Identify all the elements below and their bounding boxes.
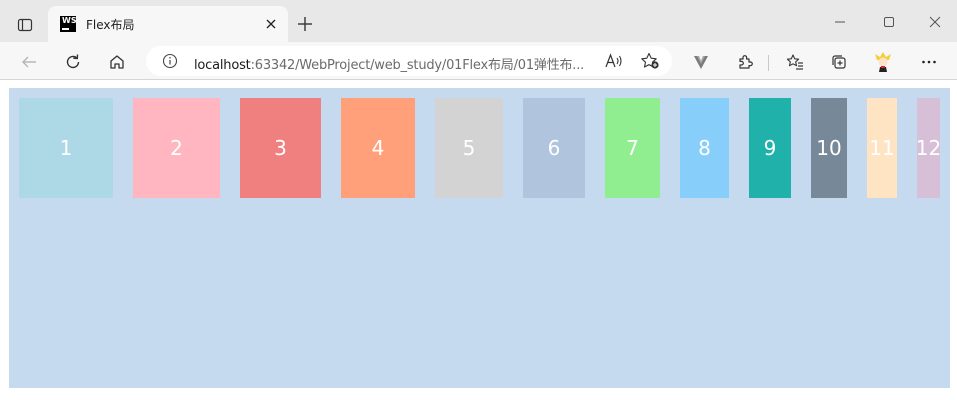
- info-icon[interactable]: [162, 53, 178, 69]
- flex-item-1: 1: [19, 98, 113, 198]
- add-favorite-icon[interactable]: [640, 52, 660, 70]
- flex-item-9: 9: [749, 98, 791, 198]
- flex-item-label: 12: [917, 136, 940, 160]
- flex-item-label: 3: [274, 136, 287, 160]
- tab-strip: WS Flex布局: [0, 0, 957, 42]
- url-path: :63342/WebProject/web_study/01Flex布局/01弹…: [250, 58, 585, 73]
- url-text: localhost:63342/WebProject/web_study/01F…: [194, 54, 584, 73]
- flex-item-label: 11: [869, 136, 895, 160]
- extensions-icon[interactable]: [732, 49, 758, 75]
- window-close-icon[interactable]: [923, 10, 947, 34]
- flex-item-3: 3: [240, 98, 321, 198]
- flex-item-label: 9: [763, 136, 777, 160]
- favorites-icon[interactable]: [782, 49, 808, 75]
- flex-item-label: 10: [816, 136, 842, 160]
- profile-icon[interactable]: [870, 49, 896, 75]
- tab-actions-icon[interactable]: [12, 12, 38, 38]
- flex-item-label: 6: [547, 136, 561, 160]
- reload-icon[interactable]: [60, 49, 86, 75]
- flex-item-6: 6: [523, 98, 585, 198]
- browser-toolbar: localhost:63342/WebProject/web_study/01F…: [0, 42, 957, 80]
- minimize-icon[interactable]: [828, 10, 852, 34]
- home-icon[interactable]: [104, 49, 130, 75]
- browser-window: WS Flex布局 localhost:63342/WebProject/web…: [0, 0, 957, 400]
- collections-icon[interactable]: [826, 49, 852, 75]
- close-tab-icon[interactable]: [264, 17, 278, 31]
- flex-item-5: 5: [435, 98, 503, 198]
- read-aloud-icon[interactable]: [604, 52, 624, 70]
- more-icon[interactable]: [916, 49, 942, 75]
- flex-container: 1 2 3 4 5 6 7 8 9 10 11 12: [9, 88, 950, 388]
- tab-title: Flex布局: [86, 18, 135, 32]
- flex-item-label: 4: [371, 136, 385, 160]
- webstorm-icon: WS: [60, 16, 77, 32]
- new-tab-icon[interactable]: [294, 13, 316, 35]
- maximize-icon[interactable]: [877, 10, 901, 34]
- favicon-text: WS: [62, 16, 77, 25]
- flex-item-label: 8: [698, 136, 711, 160]
- flex-item-12: 12: [917, 98, 940, 198]
- flex-item-2: 2: [133, 98, 220, 198]
- back-icon[interactable]: [16, 49, 42, 75]
- flex-item-label: 2: [170, 136, 183, 160]
- flex-item-7: 7: [605, 98, 660, 198]
- toolbar-divider: [768, 55, 769, 71]
- tab-active[interactable]: WS Flex布局: [48, 6, 288, 42]
- flex-item-label: 5: [462, 136, 476, 160]
- url-host: localhost: [194, 58, 251, 73]
- flex-item-8: 8: [680, 98, 729, 198]
- page-viewport: 1 2 3 4 5 6 7 8 9 10 11 12: [0, 81, 957, 400]
- flex-item-11: 11: [867, 98, 897, 198]
- address-bar[interactable]: localhost:63342/WebProject/web_study/01F…: [146, 46, 672, 76]
- flex-item-label: 1: [59, 136, 73, 160]
- extension-v-icon[interactable]: [688, 49, 714, 75]
- flex-item-4: 4: [341, 98, 415, 198]
- flex-item-10: 10: [811, 98, 847, 198]
- flex-item-label: 7: [626, 136, 639, 160]
